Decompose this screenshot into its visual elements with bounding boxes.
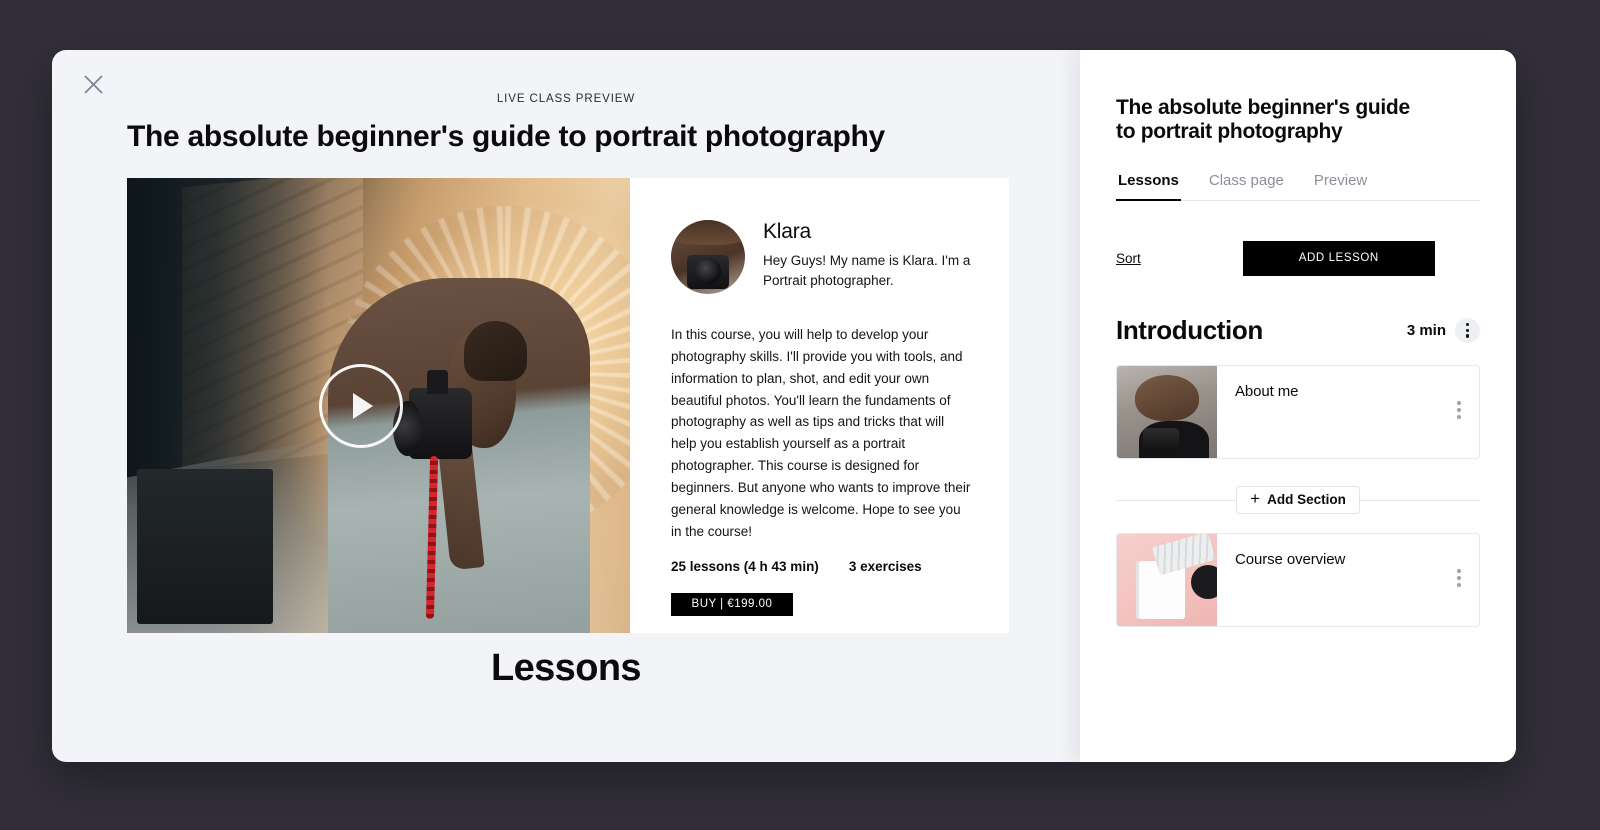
section-duration: 3 min <box>1406 321 1446 339</box>
course-stats: 25 lessons (4 h 43 min) 3 exercises <box>671 559 971 574</box>
lesson-thumbnail <box>1117 533 1217 626</box>
editor-tabs: Lessons Class page Preview <box>1116 172 1480 201</box>
editor-pane: The absolute beginner's guide to portrai… <box>1080 50 1516 762</box>
add-section-button[interactable]: + Add Section <box>1236 485 1360 514</box>
close-glyph <box>83 74 103 94</box>
editor-title: The absolute beginner's guide to portrai… <box>1116 96 1410 143</box>
avatar-hair <box>671 220 745 246</box>
kebab-dot <box>1457 582 1461 587</box>
add-section-label: Add Section <box>1267 492 1346 508</box>
photo-camera <box>393 369 473 460</box>
stat-exercises: 3 exercises <box>848 558 922 574</box>
kebab-dot <box>1465 323 1470 327</box>
kebab-dot <box>1457 568 1461 573</box>
lessons-section-heading: Lessons <box>491 647 642 689</box>
plus-icon: + <box>1250 489 1261 509</box>
lesson-body: About me <box>1217 366 1479 458</box>
lesson-kebab-menu-icon[interactable] <box>1453 568 1465 587</box>
photo-crate <box>137 469 273 624</box>
lesson-thumbnail <box>1117 365 1217 458</box>
author-name: Klara <box>763 220 812 243</box>
course-description: In this course, you will help to develop… <box>671 327 971 539</box>
author-text: Klara Hey Guys! My name is Klara. I'm a … <box>763 220 971 292</box>
section-kebab-menu-icon[interactable] <box>1455 317 1480 343</box>
author-block: Klara Hey Guys! My name is Klara. I'm a … <box>671 220 971 294</box>
list-item[interactable]: Course overview <box>1116 532 1480 627</box>
photo-subject-hair <box>464 320 527 382</box>
sort-button[interactable]: Sort <box>1116 251 1141 266</box>
stat-lessons: 25 lessons (4 h 43 min) <box>671 558 819 574</box>
list-item[interactable]: About me <box>1116 364 1480 459</box>
tab-class-page[interactable]: Class page <box>1207 172 1286 200</box>
kebab-dot <box>1457 575 1461 580</box>
course-hero-image <box>127 178 630 633</box>
kebab-dot <box>1457 414 1461 419</box>
author-bio: Hey Guys! My name is Klara. I'm a Portra… <box>763 253 971 289</box>
preview-pane: LIVE CLASS PREVIEW The absolute beginner… <box>52 50 1080 762</box>
class-preview-modal: LIVE CLASS PREVIEW The absolute beginner… <box>52 50 1516 762</box>
buy-button[interactable]: BUY | €199.00 <box>671 592 793 616</box>
kebab-dot <box>1457 400 1461 405</box>
tab-lessons[interactable]: Lessons <box>1116 172 1181 201</box>
add-lesson-button[interactable]: ADD LESSON <box>1242 240 1435 276</box>
lesson-kebab-menu-icon[interactable] <box>1453 400 1465 419</box>
lesson-title: About me <box>1235 382 1299 400</box>
tab-preview[interactable]: Preview <box>1312 172 1369 200</box>
preview-eyebrow: LIVE CLASS PREVIEW <box>496 93 636 105</box>
course-info: Klara Hey Guys! My name is Klara. I'm a … <box>630 178 1009 633</box>
kebab-dot <box>1465 328 1470 332</box>
photo-subject <box>328 278 590 633</box>
kebab-dot <box>1465 334 1470 338</box>
play-icon[interactable] <box>318 363 403 448</box>
section-header: Introduction 3 min <box>1116 315 1480 346</box>
avatar <box>671 220 745 294</box>
photo-shutter-cable <box>425 455 438 619</box>
editor-toolbar: Sort ADD LESSON <box>1116 240 1480 276</box>
page-title: The absolute beginner's guide to portrai… <box>127 120 885 153</box>
lesson-title: Course overview <box>1235 550 1346 568</box>
kebab-dot <box>1457 407 1461 412</box>
section-title: Introduction <box>1116 314 1263 345</box>
lesson-body: Course overview <box>1217 534 1479 626</box>
add-section-row: + Add Section <box>1116 485 1480 514</box>
course-card: Klara Hey Guys! My name is Klara. I'm a … <box>127 178 1009 633</box>
